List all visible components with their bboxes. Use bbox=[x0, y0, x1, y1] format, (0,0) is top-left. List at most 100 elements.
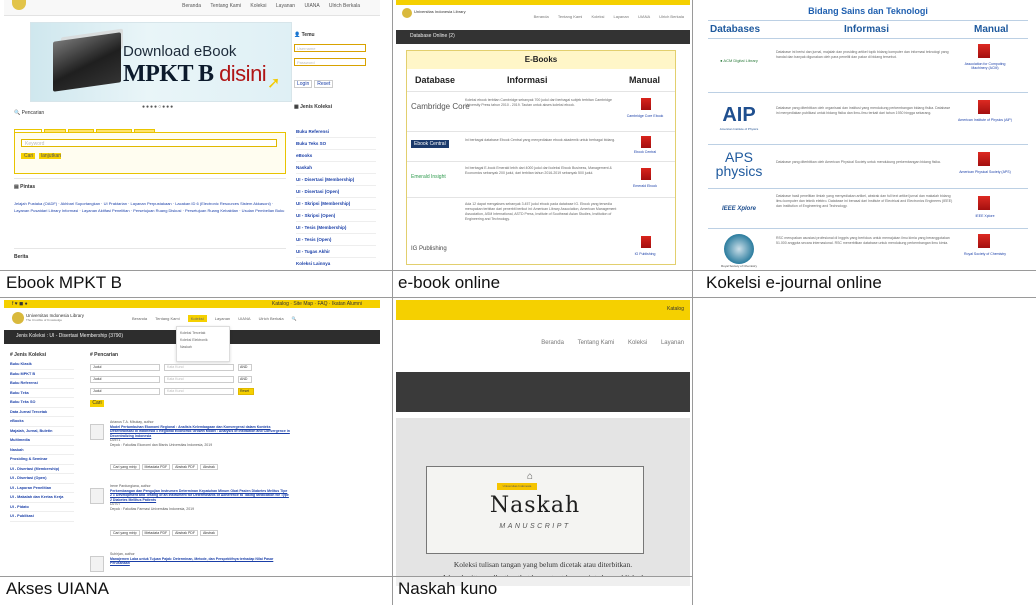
result-title[interactable]: Perkembangan dan Pengujian Instrumen Det… bbox=[110, 489, 290, 503]
sidebar-item[interactable]: Data Jurnal Tercetak bbox=[10, 408, 74, 417]
aps-manual[interactable]: American Physical Society (APS) bbox=[958, 170, 1012, 174]
manual-link[interactable]: Ebook Central bbox=[625, 150, 665, 154]
nav-item[interactable]: Tentang Kami bbox=[155, 316, 179, 321]
catalog-link[interactable]: Katalog bbox=[667, 306, 684, 312]
pdf-icon[interactable] bbox=[978, 152, 990, 166]
result-title[interactable]: Model Pertumbuhan Ekonomi Regional : Ana… bbox=[110, 425, 290, 439]
pdf-icon[interactable] bbox=[641, 98, 651, 110]
aip-logo[interactable]: AIP American Institute of Physics bbox=[708, 104, 770, 131]
reset-button[interactable]: Reset bbox=[238, 388, 254, 395]
pdf-icon[interactable] bbox=[978, 100, 990, 114]
sidebar-item[interactable]: Buku Referensi bbox=[10, 379, 74, 389]
abstract-button[interactable]: Abstrak bbox=[199, 464, 218, 470]
metadata-button[interactable]: Metadata PDF bbox=[141, 530, 171, 536]
collection-item[interactable]: UI - Skripsi (Open) bbox=[296, 210, 376, 222]
field-select[interactable]: Judul bbox=[90, 364, 160, 371]
naskah-card[interactable]: Universitas Indonesia ⌂ Naskah MANUSCRIP… bbox=[426, 466, 644, 554]
field-select[interactable]: Judul bbox=[90, 376, 160, 383]
sidebar-item[interactable]: Naskah bbox=[10, 446, 74, 455]
password-field[interactable]: Password bbox=[294, 58, 366, 66]
sidebar-item[interactable]: Prosiding & Seminar bbox=[10, 455, 74, 465]
nav-item[interactable]: UIANA bbox=[304, 3, 319, 9]
nav-item[interactable]: UIANA bbox=[638, 14, 650, 19]
metadata-button[interactable]: Metadata PDF bbox=[141, 464, 171, 470]
nav-item-active[interactable]: Koleksi bbox=[187, 315, 207, 322]
search-icon[interactable]: 🔍 bbox=[292, 316, 297, 321]
collection-item[interactable]: Naskah bbox=[296, 162, 376, 174]
db-name[interactable]: IG Publishing bbox=[411, 246, 447, 252]
nav-item[interactable]: Layanan bbox=[613, 14, 628, 19]
sidebar-item[interactable]: UI - Makalah dan Kertas Kerja bbox=[10, 493, 74, 503]
ieee-logo[interactable]: IEEE Xplore bbox=[708, 206, 770, 212]
nav-item[interactable]: Tentang Kami bbox=[578, 340, 615, 346]
collection-item[interactable]: Buku Teks SO bbox=[296, 138, 376, 150]
ieee-manual[interactable]: IEEE Xplore bbox=[958, 214, 1012, 218]
sidebar-item[interactable]: Majalah, Jurnal, Buletin bbox=[10, 427, 74, 436]
sidebar-item[interactable]: UI - Publikasi bbox=[10, 512, 74, 522]
operator-select[interactable]: AND bbox=[238, 376, 252, 383]
sidebar-item[interactable]: eBooks bbox=[10, 417, 74, 427]
top-link[interactable]: Ikatan Alumni bbox=[332, 301, 362, 307]
sidebar-item[interactable]: UI - Disertasi (Membership) bbox=[10, 465, 74, 474]
collection-item[interactable]: Buku Referensi bbox=[296, 126, 376, 138]
collection-item[interactable]: UI - Disertasi (Membership) bbox=[296, 174, 376, 186]
pdf-icon[interactable] bbox=[978, 44, 990, 58]
similar-button[interactable]: Cari yang mirip bbox=[110, 464, 140, 470]
rsc-logo[interactable]: Royal Society of Chemistry bbox=[708, 234, 770, 268]
username-field[interactable]: Username bbox=[294, 44, 366, 52]
nav-item[interactable]: Beranda bbox=[132, 316, 147, 321]
sidebar-item[interactable]: Multimedia bbox=[10, 436, 74, 446]
db-name[interactable]: Ebook Central bbox=[411, 140, 449, 148]
sidebar-item[interactable]: UI - Laporan Penelitian bbox=[10, 484, 74, 493]
manual-link[interactable]: Emerald Ebook bbox=[625, 184, 665, 188]
nav-item[interactable]: Tentang Kami bbox=[210, 3, 241, 9]
nav-item[interactable]: Ulrich Berkala bbox=[659, 14, 684, 19]
acm-logo[interactable]: ● ACM Digital Library bbox=[708, 58, 770, 63]
social-icons[interactable]: f ♥ ◼ ● bbox=[12, 301, 28, 307]
pdf-icon[interactable] bbox=[641, 236, 651, 248]
collection-item[interactable]: UI - Disertasi (Open) bbox=[296, 186, 376, 198]
manual-link[interactable]: IG Publishing bbox=[625, 252, 665, 256]
keyword-input[interactable]: Keyword bbox=[21, 139, 277, 147]
sidebar-item[interactable]: Buku Teks SO bbox=[10, 398, 74, 408]
sidebar-item[interactable]: UI - Disertasi (Open) bbox=[10, 474, 74, 484]
collection-item[interactable]: Koleksi Lainnya bbox=[296, 258, 376, 269]
search-button[interactable]: Cari bbox=[90, 400, 104, 407]
rsc-manual[interactable]: Royal Society of Chemistry bbox=[958, 252, 1012, 256]
advanced-button[interactable]: lanjutkan bbox=[39, 153, 61, 159]
nav-item[interactable]: UIANA bbox=[238, 316, 250, 321]
sidebar-item[interactable]: Buku Klasik bbox=[10, 360, 74, 370]
nav-item[interactable]: Layanan bbox=[276, 3, 295, 9]
top-link[interactable]: Site Map bbox=[293, 301, 313, 307]
collection-item[interactable]: eBooks bbox=[296, 150, 376, 162]
result-title[interactable]: Manajemen Laba untuk Tujuan Pajak: Deter… bbox=[110, 557, 290, 566]
keyword-input[interactable]: Kata Kunci bbox=[164, 388, 234, 395]
aip-manual[interactable]: American Institute of Physics (AIP) bbox=[958, 118, 1012, 122]
nav-item[interactable]: Beranda bbox=[182, 3, 201, 9]
top-links[interactable]: Katalog · Site Map · FAQ · Ikatan Alumni bbox=[272, 301, 362, 307]
field-select[interactable]: Judul bbox=[90, 388, 160, 395]
abstract-pdf-button[interactable]: Abstrak PDF bbox=[172, 464, 198, 470]
manual-link[interactable]: Cambridge Core Ebook bbox=[625, 114, 665, 118]
keyword-input[interactable]: Kata Kunci bbox=[164, 364, 234, 371]
mpkt-banner[interactable]: Download eBook MPKT B disini ➚ bbox=[30, 22, 292, 102]
nav-item[interactable]: Tentang Kami bbox=[558, 14, 582, 19]
operator-select[interactable]: AND bbox=[238, 364, 252, 371]
collection-item[interactable]: UI - Skripsi (Membership) bbox=[296, 198, 376, 210]
similar-button[interactable]: Cari yang mirip bbox=[110, 530, 140, 536]
top-link[interactable]: FAQ bbox=[318, 301, 328, 307]
reset-button[interactable]: Reset bbox=[314, 80, 334, 88]
nav-item[interactable]: Ulrich Berkala bbox=[259, 316, 284, 321]
nav-item[interactable]: Layanan bbox=[215, 316, 230, 321]
search-button[interactable]: Cari bbox=[21, 153, 35, 159]
carousel-dots[interactable]: ●●●●○●●● bbox=[142, 104, 174, 110]
collection-item[interactable]: UI - Tesis (Membership) bbox=[296, 222, 376, 234]
aps-logo[interactable]: APS physics bbox=[708, 150, 770, 178]
nav-item[interactable]: Koleksi bbox=[250, 3, 266, 9]
abstract-button[interactable]: Abstrak bbox=[199, 530, 218, 536]
nav-item[interactable]: Beranda bbox=[534, 14, 549, 19]
sidebar-item[interactable]: Buku MPKT B bbox=[10, 370, 74, 379]
nav-item[interactable]: Koleksi bbox=[628, 340, 647, 346]
nav-item[interactable]: Layanan bbox=[661, 340, 684, 346]
login-button[interactable]: Login bbox=[294, 80, 313, 88]
